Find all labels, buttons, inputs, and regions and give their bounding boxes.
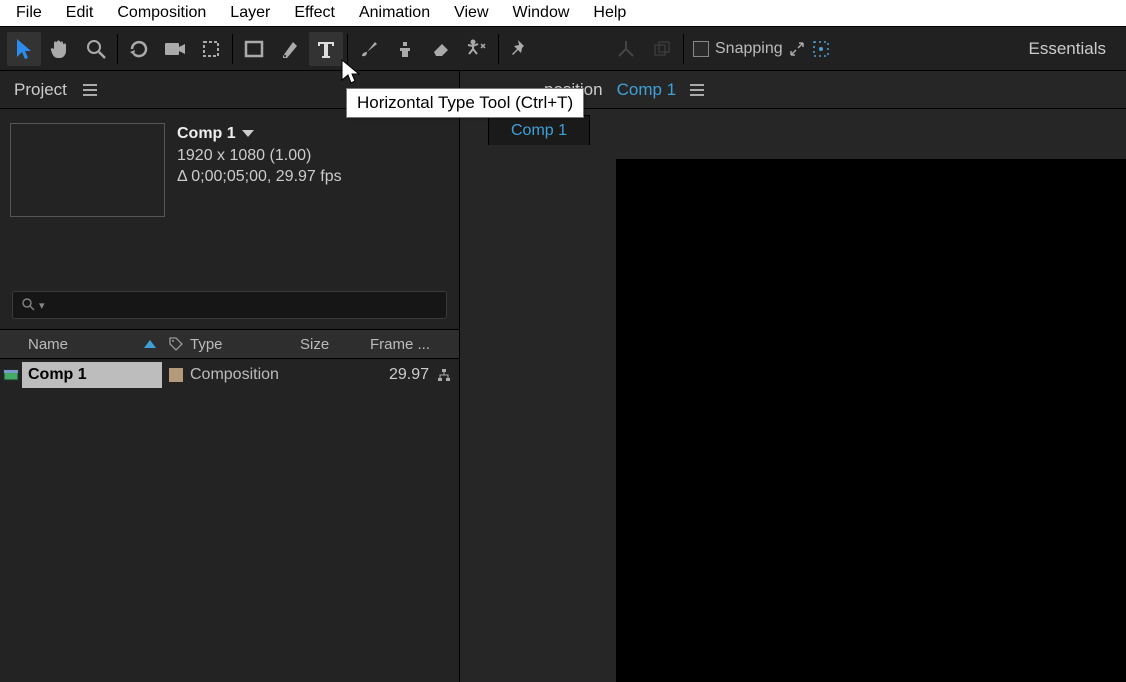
flowchart-icon[interactable] [437,368,451,382]
snap-expand-icon[interactable] [789,41,805,57]
row-type: Composition [190,366,300,384]
menu-effect[interactable]: Effect [282,1,347,25]
menu-help[interactable]: Help [581,1,638,25]
project-search-input[interactable]: ▾ [12,291,447,319]
menu-edit[interactable]: Edit [54,1,106,25]
snapping-checkbox[interactable] [693,41,709,57]
row-frame-rate: 29.97 [389,366,429,384]
column-label[interactable] [162,337,190,351]
puppet-tool[interactable] [460,32,494,66]
composition-panel: position Comp 1 Comp 1 [460,71,1126,682]
comp-name[interactable]: Comp 1 [177,123,236,145]
snapping-label: Snapping [715,40,783,58]
pen-tool[interactable] [273,32,307,66]
menu-animation[interactable]: Animation [347,1,442,25]
panel-menu-icon[interactable] [83,84,97,96]
tool-tooltip: Horizontal Type Tool (Ctrl+T) [346,88,584,118]
comp-dropdown-icon[interactable] [242,130,254,137]
3d-axis-icon[interactable] [609,32,643,66]
eraser-tool[interactable] [424,32,458,66]
search-icon [21,297,37,313]
rectangle-tool[interactable] [237,32,271,66]
column-name[interactable]: Name [22,336,162,353]
tag-icon [169,337,183,351]
comp-thumbnail[interactable] [10,123,165,217]
menu-composition[interactable]: Composition [105,1,218,25]
row-name[interactable]: Comp 1 [22,362,162,388]
roi-tool[interactable] [194,32,228,66]
comp-resolution: 1920 x 1080 (1.00) [177,145,342,167]
row-label-swatch[interactable] [169,368,183,382]
snap-bounds-icon[interactable] [811,39,831,59]
column-name-label: Name [28,336,68,353]
comp-duration: Δ 0;00;05;00, 29.97 fps [177,166,342,188]
column-size[interactable]: Size [300,336,370,353]
search-sub-icon: ▾ [39,299,45,312]
composition-panel-menu-icon[interactable] [690,84,704,96]
column-frame[interactable]: Frame ... [370,336,459,353]
menu-bar: File Edit Composition Layer Effect Anima… [0,0,1126,26]
viewer-tab[interactable]: Comp 1 [488,115,590,146]
3d-mode-icon[interactable] [645,32,679,66]
clone-stamp-tool[interactable] [388,32,422,66]
comp-item-icon [3,367,19,383]
project-row[interactable]: Comp 1 Composition 29.97 [0,359,459,391]
column-type[interactable]: Type [190,336,300,353]
menu-view[interactable]: View [442,1,500,25]
composition-active-link[interactable]: Comp 1 [617,80,677,100]
zoom-tool[interactable] [79,32,113,66]
sort-asc-icon [144,340,156,348]
workspace-selector[interactable]: Essentials [1029,39,1106,59]
orbit-camera-tool[interactable] [122,32,156,66]
pin-tool[interactable] [503,32,537,66]
camera-tool[interactable] [158,32,192,66]
menu-file[interactable]: File [4,1,54,25]
brush-tool[interactable] [352,32,386,66]
project-columns: Name Type Size Frame ... [0,329,459,359]
composition-canvas[interactable] [616,159,1126,682]
menu-window[interactable]: Window [501,1,582,25]
project-panel: Project Comp 1 1920 x 1080 (1.00) Δ 0;00… [0,71,460,682]
selection-tool[interactable] [7,32,41,66]
project-tab[interactable]: Project [14,80,67,100]
toolbar: Snapping Essentials [0,26,1126,71]
menu-layer[interactable]: Layer [218,1,282,25]
type-tool[interactable] [309,32,343,66]
hand-tool[interactable] [43,32,77,66]
